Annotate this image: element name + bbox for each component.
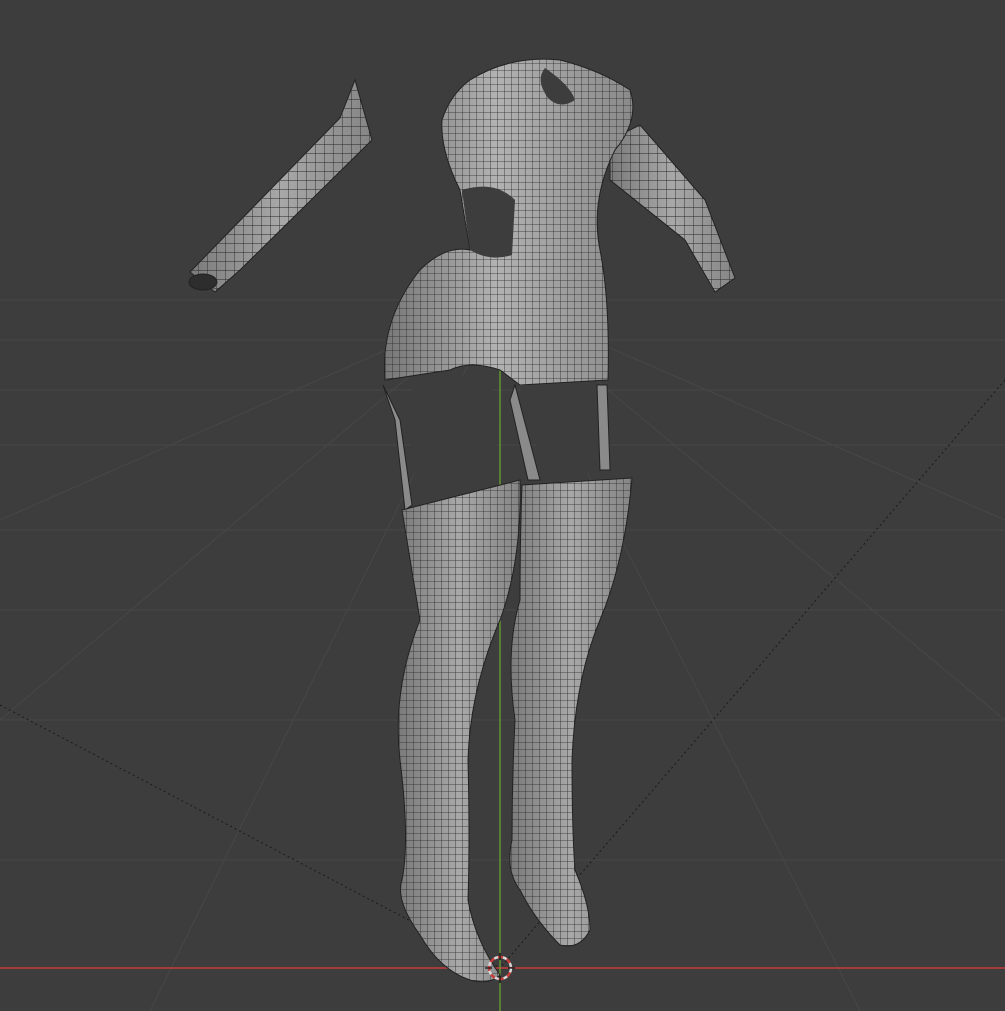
3d-viewport[interactable]	[0, 0, 1005, 1011]
left-sleeve-mesh[interactable]	[188, 78, 373, 293]
viewport-scene[interactable]	[0, 0, 1005, 1011]
right-arm-mesh[interactable]	[609, 124, 736, 293]
right-stocking-mesh[interactable]	[509, 477, 633, 947]
floor-grid	[0, 299, 1005, 1011]
bodysuit-mesh[interactable]	[382, 58, 634, 511]
left-stocking-mesh[interactable]	[397, 479, 521, 983]
diagonal-axis-guides	[0, 379, 1005, 969]
